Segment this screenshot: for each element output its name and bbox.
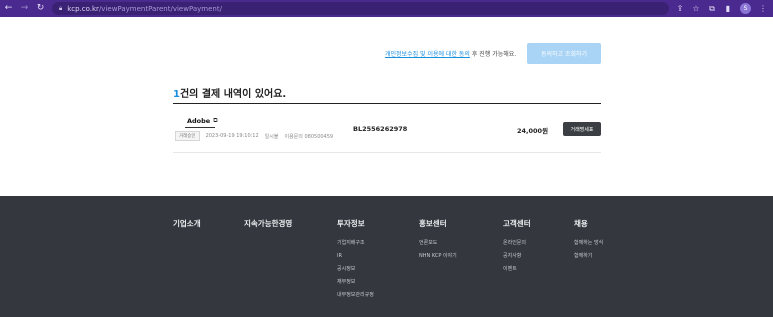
footer-link[interactable]: 공지사항 [503, 250, 531, 263]
payment-method: 일시불 [264, 133, 279, 140]
footer-link[interactable]: 언론보도 [419, 237, 457, 250]
footer-link[interactable]: 이벤트 [503, 263, 531, 276]
external-link-icon: ⧉ [213, 117, 218, 124]
main-content: 개인정보수집 및 이용에 대한 동의 후 진행 가능해요. 동의하고 조회하기 … [0, 17, 773, 196]
footer-link[interactable]: 함께하는 방식 [574, 237, 603, 250]
address-bar[interactable]: 🔒︎ kcp.co.kr/viewPaymentParent/viewPayme… [52, 2, 669, 15]
agree-and-search-button[interactable]: 동의하고 조회하기 [527, 43, 601, 64]
footer-link[interactable]: IR [337, 250, 374, 263]
result-count: 1 [173, 89, 180, 100]
merchant-link[interactable]: Adobe ⧉ [187, 117, 218, 125]
footer-link[interactable]: NHN KCP 이야기 [419, 250, 457, 263]
transaction-meta: 거래승인 2023-09-19 19:10:12 일시불 이용문의 080500… [175, 131, 333, 141]
footer-column-investor: 투자정보 기업지배구조 IR 공시정보 재무정보 내부정보관리규정 [337, 218, 374, 302]
footer-column-recruit: 채용 함께하는 방식 함께하기 [574, 218, 603, 263]
privacy-consent-link[interactable]: 개인정보수집 및 이용 [385, 51, 439, 58]
footer-link[interactable]: 재무정보 [337, 276, 374, 289]
footer-column-pr: 홍보센터 언론보도 NHN KCP 이야기 [419, 218, 457, 263]
merchant-underline [185, 127, 215, 128]
transaction-datetime: 2023-09-19 19:10:12 [205, 133, 259, 139]
url-host: kcp.co.kr [67, 4, 99, 13]
footer-title-pr[interactable]: 홍보센터 [419, 218, 457, 229]
merchant-name: Adobe [187, 117, 211, 125]
payment-amount: 24,000원 [517, 127, 549, 135]
browser-toolbar: ← → ↻ 🔒︎ kcp.co.kr/viewPaymentParent/vie… [0, 0, 773, 17]
forward-icon[interactable]: → [20, 4, 29, 13]
result-heading-text: 건의 결제 내역이 있어요. [179, 89, 287, 100]
footer-link[interactable]: 공시정보 [337, 263, 374, 276]
reload-icon[interactable]: ↻ [36, 4, 45, 13]
share-icon[interactable]: ⇪ [676, 4, 684, 13]
lock-icon: 🔒︎ [59, 4, 63, 12]
url-path: /viewPaymentParent/viewPayment/ [98, 4, 222, 13]
footer-title-support[interactable]: 고객센터 [503, 218, 531, 229]
footer-title-recruit[interactable]: 채용 [574, 218, 603, 229]
row-divider [173, 152, 601, 153]
star-icon[interactable]: ☆ [692, 4, 700, 13]
footer-link[interactable]: 함께하기 [574, 250, 603, 263]
footer-link[interactable]: 내부정보관리규정 [337, 289, 374, 302]
result-heading: 1건의 결제 내역이 있어요. [173, 85, 286, 100]
order-number: BL2556262978 [353, 125, 408, 133]
result-divider [173, 103, 601, 104]
footer-title-sustainability[interactable]: 지속가능한경영 [244, 218, 292, 229]
receipt-button[interactable]: 거래명세표 [563, 122, 601, 136]
menu-icon[interactable]: ⋮ [759, 4, 767, 13]
inquiry-number: 이용문의 080500459 [284, 133, 334, 140]
extensions-icon[interactable]: ⧉ [708, 4, 716, 14]
footer: 기업소개 지속가능한경영 투자정보 기업지배구조 IR 공시정보 재무정보 내부… [0, 196, 773, 317]
status-badge: 거래승인 [175, 131, 200, 141]
footer-link[interactable]: 온라인문의 [503, 237, 531, 250]
footer-column-support: 고객센터 온라인문의 공지사항 이벤트 [503, 218, 531, 276]
consent-text: 개인정보수집 및 이용에 대한 동의 후 진행 가능해요. [385, 49, 516, 58]
profile-avatar[interactable]: S [740, 3, 751, 14]
footer-column-company: 기업소개 [173, 218, 201, 229]
footer-link[interactable]: 기업지배구조 [337, 237, 374, 250]
footer-title-investor[interactable]: 투자정보 [337, 218, 374, 229]
consent-suffix: 후 진행 가능해요. [469, 51, 517, 58]
footer-column-sustainability: 지속가능한경영 [244, 218, 292, 229]
footer-title-company[interactable]: 기업소개 [173, 218, 201, 229]
privacy-consent-link-suffix[interactable]: 에 대한 동의 [439, 51, 470, 58]
sidepanel-icon[interactable]: ▮ [724, 4, 732, 13]
back-icon[interactable]: ← [4, 4, 13, 13]
